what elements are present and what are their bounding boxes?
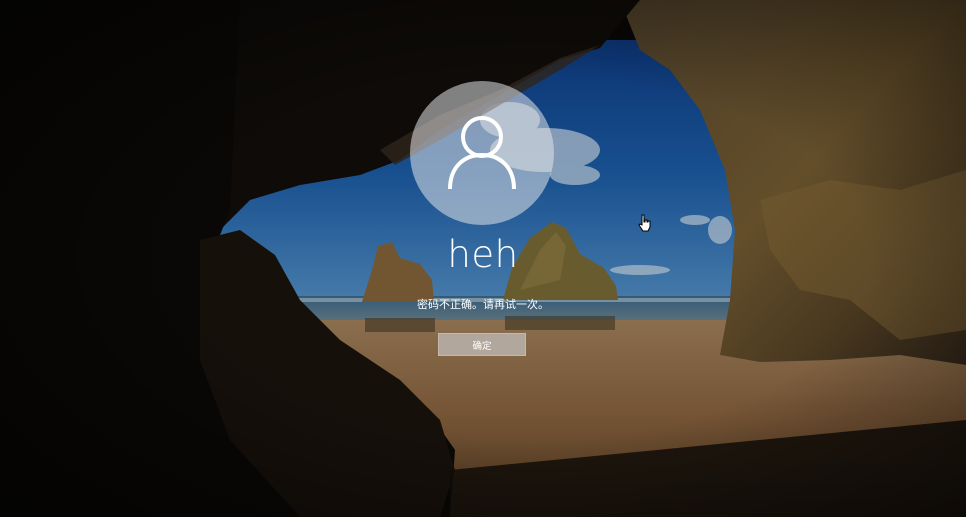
hand-pointer-icon — [638, 214, 651, 232]
error-message: 密码不正确。请再试一次。 — [417, 298, 549, 311]
ok-button-label: 确定 — [472, 340, 492, 352]
user-avatar — [410, 81, 554, 225]
user-name: heh — [447, 233, 519, 276]
ok-button[interactable]: 确定 — [438, 333, 526, 356]
user-silhouette-icon — [448, 116, 516, 190]
